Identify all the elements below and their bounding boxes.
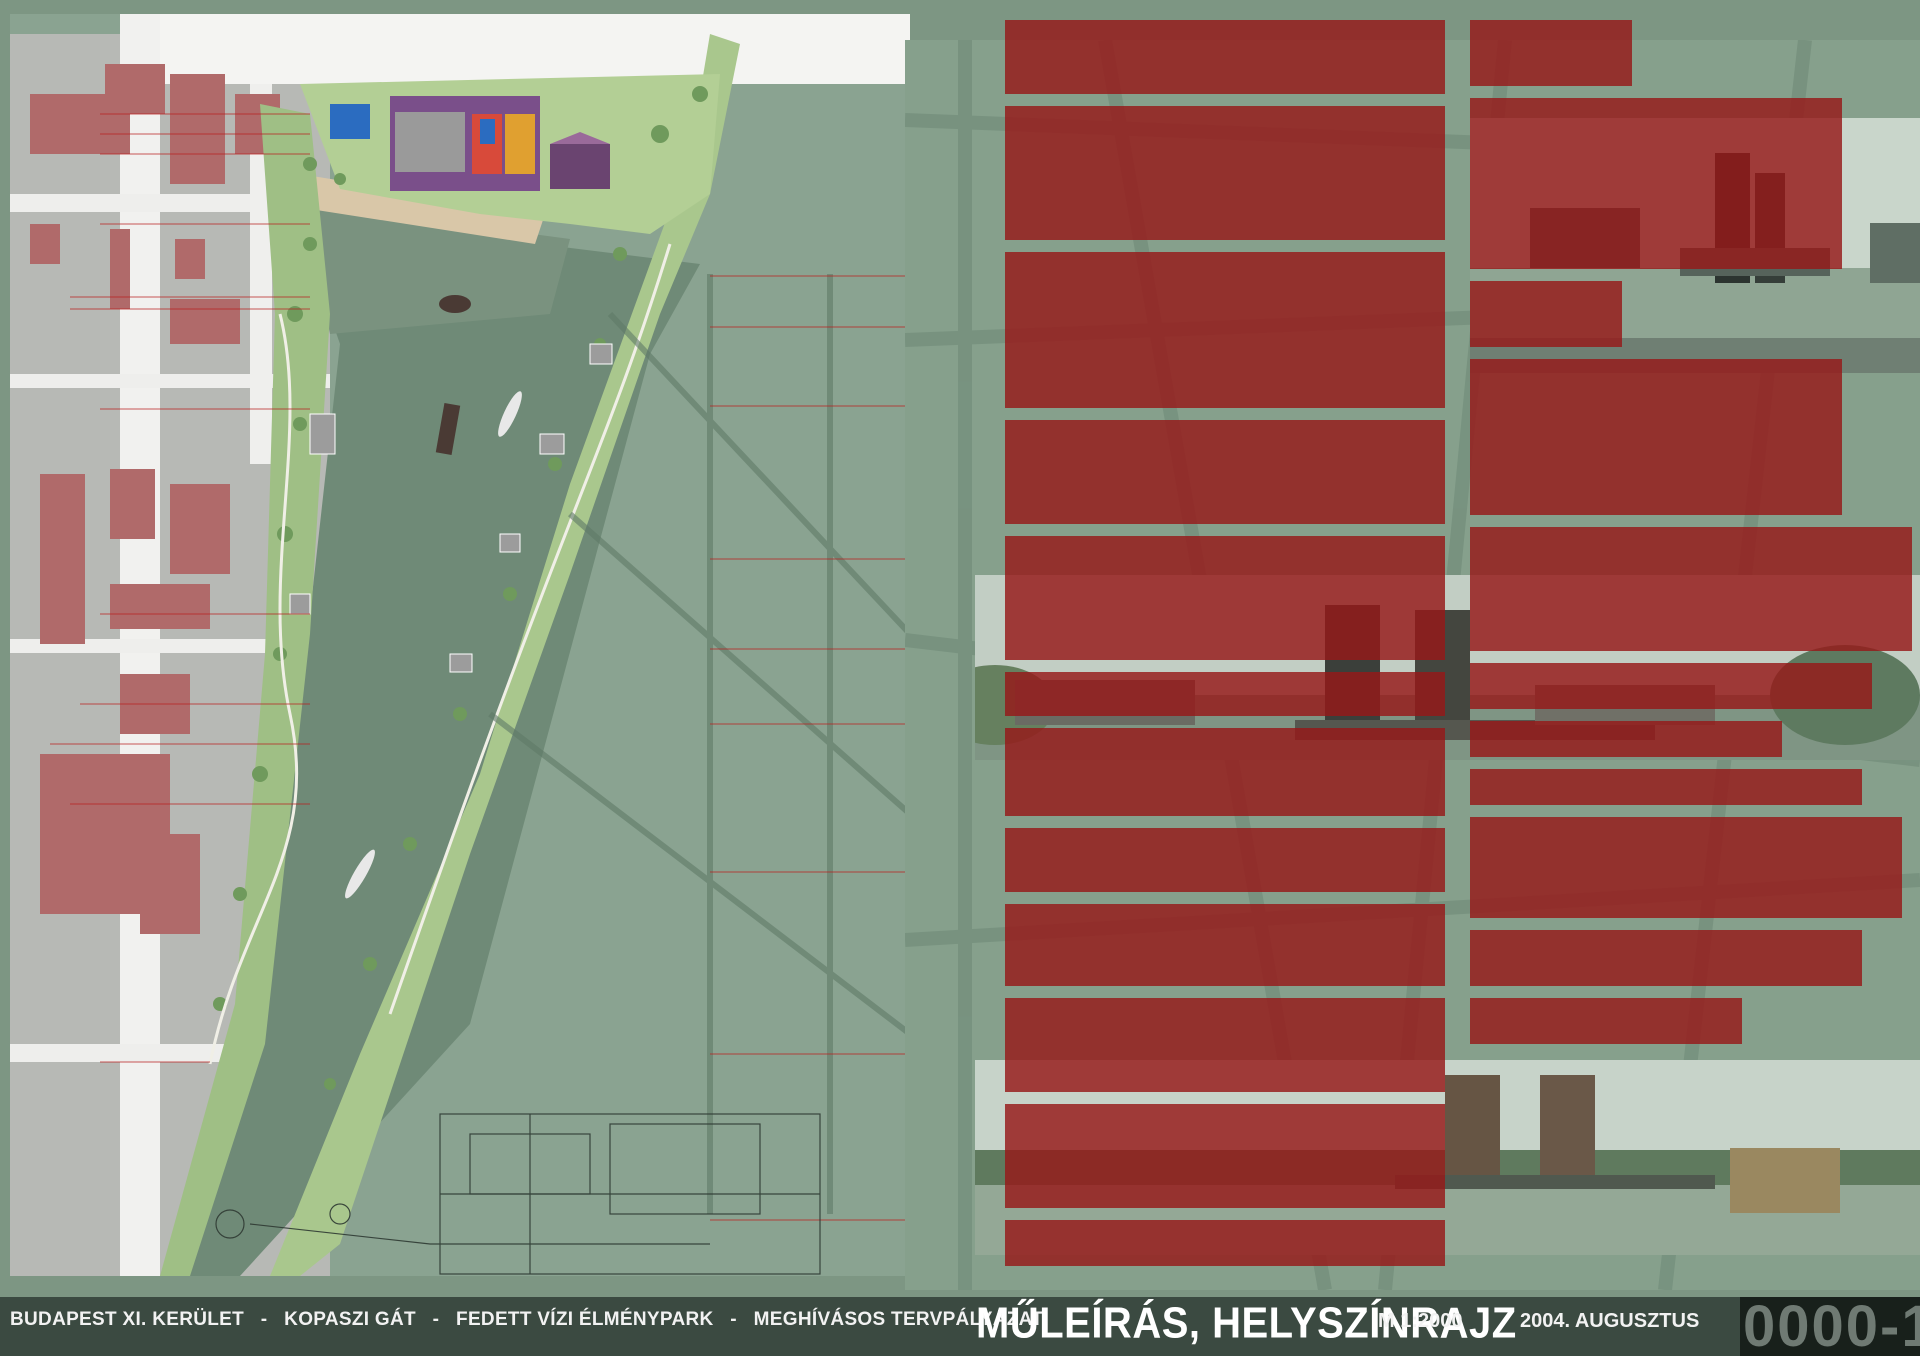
- text-block: [1005, 728, 1445, 816]
- competition-board: BUDAPEST XI. KERÜLET - KOPASZI GÁT - FED…: [0, 0, 1920, 1356]
- text-block: [1005, 672, 1445, 716]
- text-block: [1470, 663, 1872, 709]
- site-text: KOPASZI GÁT: [284, 1309, 416, 1330]
- text-block: [1005, 904, 1445, 986]
- sheet-code: 0000-1: [1743, 1297, 1920, 1356]
- text-block: [1470, 769, 1862, 805]
- separator: -: [730, 1309, 737, 1330]
- text-block: [1005, 420, 1445, 524]
- text-block: [1470, 20, 1632, 86]
- text-block: [1470, 817, 1902, 918]
- project-text: FEDETT VÍZI ÉLMÉNYPARK: [456, 1309, 714, 1330]
- sheet-code-box: 0000-1: [1740, 1297, 1920, 1356]
- project-caption: BUDAPEST XI. KERÜLET - KOPASZI GÁT - FED…: [10, 1309, 1043, 1331]
- separator: -: [260, 1309, 268, 1330]
- text-block: [1470, 98, 1842, 269]
- scale-text: M 1:2000: [1378, 1310, 1463, 1332]
- text-block: [1005, 252, 1445, 408]
- date-text: 2004. AUGUSZTUS: [1520, 1310, 1700, 1332]
- site-plan: [10, 14, 910, 1276]
- text-block: [1005, 828, 1445, 892]
- text-block: [1470, 930, 1862, 986]
- title-strip: BUDAPEST XI. KERÜLET - KOPASZI GÁT - FED…: [0, 1297, 1920, 1356]
- text-block: [1005, 1104, 1445, 1208]
- text-block: [1005, 1220, 1445, 1266]
- separator: -: [432, 1309, 440, 1330]
- text-column-2: [1470, 14, 1912, 1056]
- text-block: [1470, 721, 1782, 757]
- text-block: [1470, 281, 1622, 347]
- text-block: [1470, 527, 1912, 651]
- location-text: BUDAPEST XI. KERÜLET: [10, 1309, 245, 1330]
- text-block: [1005, 20, 1445, 94]
- text-block: [1005, 106, 1445, 240]
- text-block: [1470, 359, 1842, 515]
- text-block: [1005, 998, 1445, 1092]
- text-block: [1005, 536, 1445, 660]
- text-column-1: [1005, 14, 1445, 1278]
- text-block: [1470, 998, 1742, 1044]
